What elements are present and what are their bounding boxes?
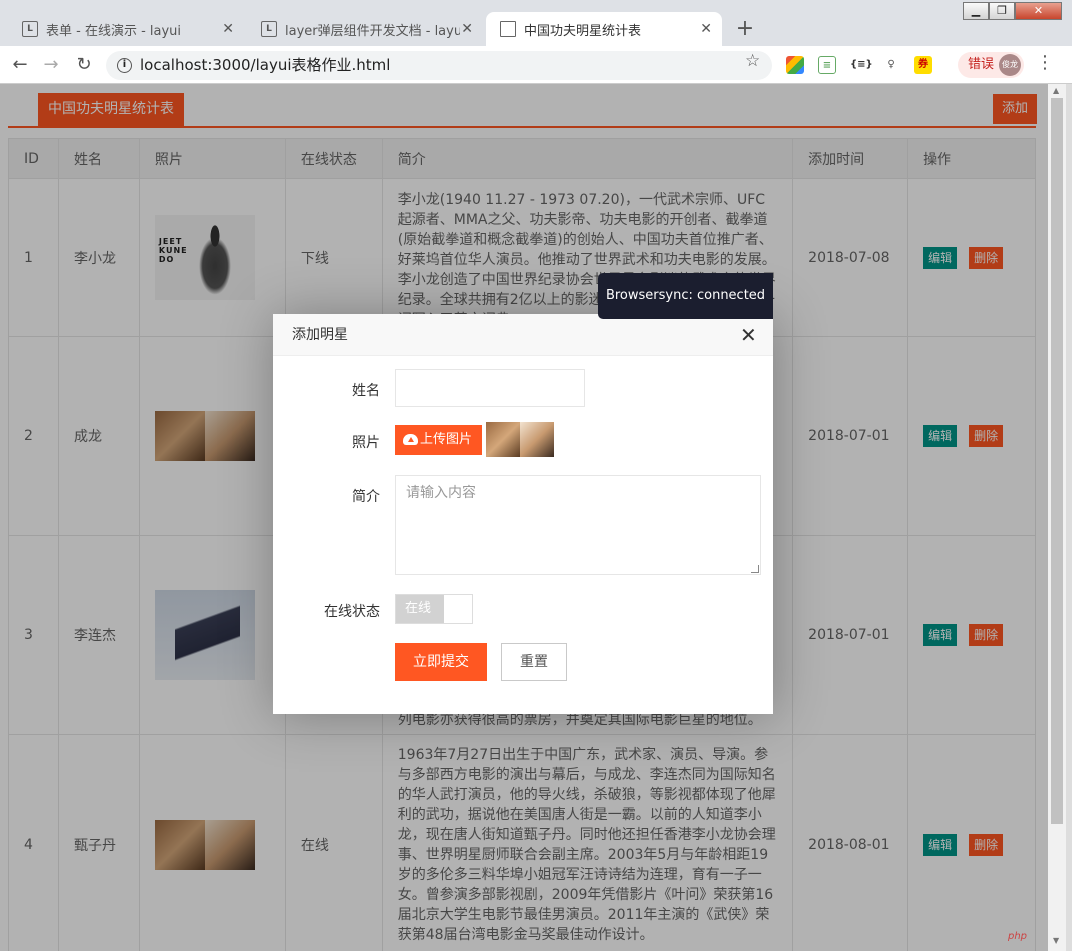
switch-text: 在线 [396, 595, 444, 623]
info-icon[interactable]: i [117, 58, 132, 73]
page-content: 中国功夫明星统计表 添加 ID 姓名 照片 在线状态 简介 添加时间 操作 1 … [0, 84, 1048, 951]
tab-title: 中国功夫明星统计表 [524, 23, 642, 39]
document-icon [500, 21, 516, 37]
intro-placeholder: 请输入内容 [406, 485, 476, 501]
photo-label: 照片 [352, 435, 380, 451]
window-controls: ▁ ❐ ✕ [963, 2, 1066, 20]
watermark: php [1008, 931, 1028, 942]
status-label: 在线状态 [324, 604, 380, 620]
layui-favicon-icon: L [261, 21, 277, 37]
page-scrollbar[interactable]: ▲ ▼ [1048, 84, 1066, 951]
tab-close-icon[interactable]: ✕ [222, 21, 234, 37]
extension-bulb-icon[interactable]: ♀ [882, 56, 900, 74]
status-switch[interactable]: 在线 [395, 594, 473, 624]
extension-color-icon[interactable] [786, 56, 804, 74]
tab-close-icon[interactable]: ✕ [461, 21, 473, 37]
address-bar[interactable]: i localhost:3000/layui表格作业.html [106, 51, 772, 80]
browser-chrome: L 表单 - 在线演示 - layui ✕ L layer弹层组件开发文档 - … [0, 0, 1072, 84]
new-tab-button[interactable]: + [733, 18, 757, 42]
close-window-icon[interactable]: ✕ [1015, 2, 1062, 20]
close-icon[interactable]: ✕ [740, 324, 757, 346]
profile-error-pill[interactable]: 错误 俊龙 [958, 52, 1024, 78]
extension-sheet-icon[interactable]: ≡ [818, 56, 836, 74]
submit-button[interactable]: 立即提交 [395, 643, 487, 681]
resize-grip-icon[interactable] [751, 565, 759, 573]
back-icon[interactable]: ← [9, 54, 31, 76]
minimize-icon[interactable]: ▁ [963, 2, 989, 20]
name-input[interactable] [395, 369, 585, 407]
upload-photo-button[interactable]: 上传图片 [395, 425, 482, 455]
name-label: 姓名 [352, 383, 380, 399]
bookmark-star-icon[interactable]: ☆ [745, 51, 760, 71]
tab-current-page[interactable]: 中国功夫明星统计表 ✕ [486, 12, 722, 46]
extension-coupon-icon[interactable]: 券 [914, 56, 932, 74]
forward-icon[interactable]: → [40, 54, 62, 76]
reset-button[interactable]: 重置 [501, 643, 567, 681]
browsersync-notice: Browsersync: connected [598, 273, 773, 319]
extension-json-icon[interactable]: {≡} [850, 56, 873, 74]
photo-preview [486, 422, 554, 457]
intro-textarea[interactable]: 请输入内容 [395, 475, 761, 575]
dialog-title: 添加明星 [273, 314, 773, 356]
scroll-down-icon[interactable]: ▼ [1053, 936, 1059, 945]
tab-title: layer弹层组件开发文档 - layui [285, 23, 460, 39]
maximize-icon[interactable]: ❐ [989, 2, 1015, 20]
tab-strip: L 表单 - 在线演示 - layui ✕ L layer弹层组件开发文档 - … [0, 0, 1072, 46]
tab-close-icon[interactable]: ✕ [700, 21, 712, 37]
browser-toolbar: ← → ↻ i localhost:3000/layui表格作业.html [0, 46, 1072, 84]
intro-label: 简介 [352, 489, 380, 505]
tab-layui-form[interactable]: L 表单 - 在线演示 - layui ✕ [8, 12, 244, 46]
upload-cloud-icon [403, 434, 418, 445]
url-text: localhost:3000/layui表格作业.html [140, 56, 391, 74]
tab-title: 表单 - 在线演示 - layui [46, 23, 182, 39]
upload-label: 上传图片 [420, 432, 473, 447]
layui-favicon-icon: L [22, 21, 38, 37]
reload-icon[interactable]: ↻ [73, 54, 95, 76]
scrollbar-thumb[interactable] [1051, 98, 1063, 824]
browser-menu-icon[interactable]: ⋮ [1036, 52, 1054, 73]
error-label: 错误 [968, 57, 995, 72]
scroll-up-icon[interactable]: ▲ [1053, 86, 1059, 95]
avatar: 俊龙 [999, 54, 1021, 76]
tab-layer-docs[interactable]: L layer弹层组件开发文档 - layui ✕ [247, 12, 483, 46]
add-star-dialog: 添加明星 ✕ 姓名 照片 上传图片 简介 请输入内容 在线状态 在线 立即提交 … [273, 314, 773, 714]
